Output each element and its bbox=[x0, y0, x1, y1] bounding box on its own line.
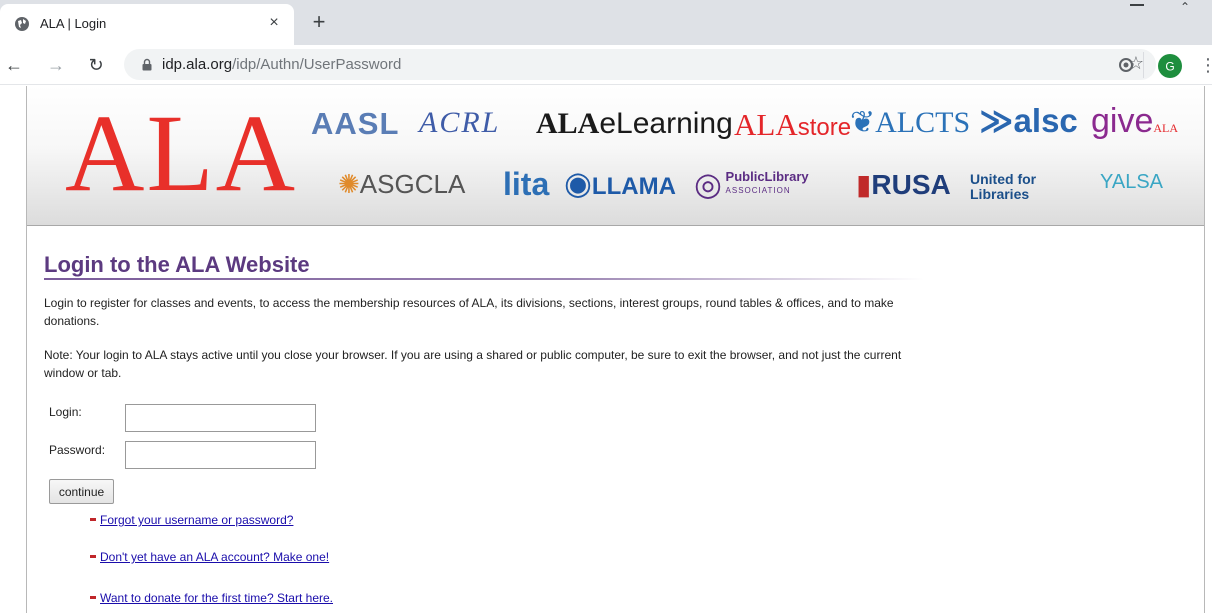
list-item: Don't yet have an ALA account? Make one! bbox=[90, 550, 329, 564]
web-page: ALA AASL ACRL ALAeLearning ALAstore ❦ALC… bbox=[0, 86, 1212, 613]
tab-strip: ALA | Login × + ⌃ bbox=[0, 0, 1212, 45]
asgcla-flower-icon: ✺ bbox=[338, 169, 360, 199]
llama-swirl-icon: ◉ bbox=[564, 165, 592, 201]
login-input[interactable] bbox=[125, 404, 316, 432]
browser-toolbar: ← → ↻ idp.ala.org/idp/Authn/UserPassword… bbox=[0, 45, 1212, 85]
forgot-password-link[interactable]: Forgot your username or password? bbox=[100, 513, 293, 527]
tab-title: ALA | Login bbox=[40, 16, 107, 31]
ala-logo[interactable]: ALA bbox=[65, 88, 297, 218]
restore-icon[interactable]: ⌃ bbox=[1180, 0, 1200, 10]
create-account-link[interactable]: Don't yet have an ALA account? Make one! bbox=[100, 550, 329, 564]
pla-logo[interactable]: ◎ PublicLibrary ASSOCIATION bbox=[694, 168, 809, 200]
new-tab-icon[interactable]: + bbox=[306, 10, 332, 36]
bullet-icon bbox=[90, 555, 96, 559]
ala-elearning-logo[interactable]: ALAeLearning bbox=[536, 109, 733, 139]
alcts-emblem-icon: ❦ bbox=[850, 106, 876, 139]
back-icon[interactable]: ← bbox=[2, 53, 26, 77]
ala-store-logo[interactable]: ALAstore bbox=[734, 109, 851, 140]
note-text: Note: Your login to ALA stays active unt… bbox=[44, 348, 902, 380]
alsc-chevron-icon: ≫ bbox=[979, 102, 1014, 139]
browser-tab[interactable]: ALA | Login × bbox=[0, 4, 294, 45]
globe-icon bbox=[15, 17, 29, 31]
donate-link[interactable]: Want to donate for the first time? Start… bbox=[100, 591, 333, 605]
extension-icon[interactable] bbox=[1118, 57, 1134, 73]
page-title: Login to the ALA Website bbox=[44, 252, 310, 277]
lita-logo[interactable]: lita bbox=[503, 168, 549, 200]
pla-rings-icon: ◎ bbox=[694, 166, 722, 202]
intro-text: Login to register for classes and events… bbox=[44, 296, 894, 328]
acrl-logo[interactable]: ACRL bbox=[419, 108, 500, 138]
password-label: Password: bbox=[49, 443, 106, 457]
page-frame: ALA AASL ACRL ALAeLearning ALAstore ❦ALC… bbox=[26, 86, 1205, 613]
give-ala-logo[interactable]: giveALA bbox=[1091, 104, 1178, 138]
svg-text:G: G bbox=[1165, 60, 1174, 74]
lock-icon bbox=[142, 58, 152, 71]
alcts-logo[interactable]: ❦ALCTS bbox=[850, 108, 970, 138]
minimize-icon[interactable] bbox=[1130, 4, 1144, 6]
close-tab-icon[interactable]: × bbox=[264, 13, 284, 33]
password-input[interactable] bbox=[125, 441, 316, 469]
header-banner: ALA AASL ACRL ALAeLearning ALAstore ❦ALC… bbox=[27, 86, 1204, 226]
profile-avatar[interactable]: G bbox=[1156, 52, 1184, 80]
url-text[interactable]: idp.ala.org/idp/Authn/UserPassword bbox=[162, 56, 401, 73]
toolbar-separator bbox=[1143, 52, 1144, 78]
address-bar[interactable]: idp.ala.org/idp/Authn/UserPassword ☆ bbox=[124, 49, 1156, 80]
rusa-logo[interactable]: ▮RUSA bbox=[856, 171, 951, 199]
login-label: Login: bbox=[49, 405, 82, 419]
rusa-book-icon: ▮ bbox=[856, 169, 872, 200]
united-for-libraries-logo[interactable]: United for Libraries bbox=[970, 172, 1060, 202]
bullet-icon bbox=[90, 518, 96, 522]
forward-icon[interactable]: → bbox=[44, 53, 68, 77]
asgcla-logo[interactable]: ✺ASGCLA bbox=[338, 171, 465, 197]
reload-icon[interactable]: ↻ bbox=[84, 53, 108, 77]
title-divider bbox=[44, 278, 924, 280]
list-item: Want to donate for the first time? Start… bbox=[90, 591, 333, 605]
list-item: Forgot your username or password? bbox=[90, 513, 293, 527]
llama-logo[interactable]: ◉LLAMA bbox=[564, 167, 676, 199]
continue-button[interactable]: continue bbox=[49, 479, 114, 504]
alsc-logo[interactable]: ≫alsc bbox=[979, 104, 1078, 137]
aasl-logo[interactable]: AASL bbox=[311, 108, 399, 139]
browser-menu-icon[interactable]: ⋮ bbox=[1199, 55, 1212, 76]
bullet-icon bbox=[90, 596, 96, 600]
yalsa-logo[interactable]: YALSA bbox=[1100, 172, 1163, 192]
